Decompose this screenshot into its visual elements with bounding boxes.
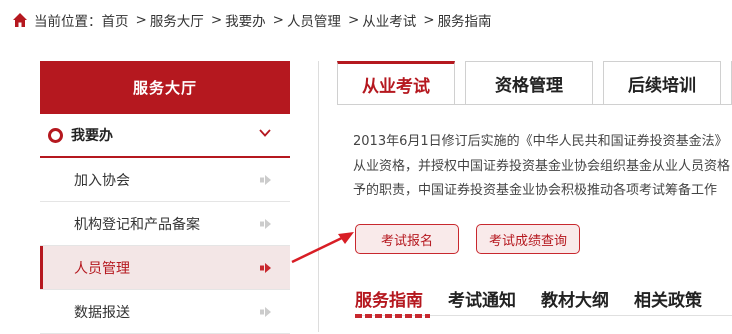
sidebar-group-toggle[interactable]: 我要办 [40, 114, 290, 158]
home-icon[interactable] [12, 12, 28, 28]
breadcrumb-i-want-to-do[interactable]: 我要办 [225, 10, 266, 30]
breadcrumb-separator: > [210, 12, 223, 28]
sidebar-item-label: 人员管理 [74, 260, 130, 277]
subnav-policy[interactable]: 相关政策 [634, 286, 702, 311]
pointer-arrow-icon [291, 232, 354, 264]
breadcrumb-separator: > [272, 12, 284, 28]
chevron-down-icon [259, 129, 271, 137]
sidebar-item-label: 机构登记和产品备案 [74, 216, 200, 233]
breadcrumb-guide: 服务指南 [437, 14, 492, 30]
double-arrow-right-icon [260, 263, 271, 273]
intro-line: 予的职责，中国证券投资基金业协会积极推动各项考试筹备工作 [353, 183, 718, 198]
breadcrumb: 当前位置： 首页 > 服务大厅 > 我要办 > 人员管理 > 从业考试 > 服务… [12, 9, 492, 31]
breadcrumb-separator: > [347, 12, 360, 28]
sidebar: 服务大厅 我要办 加入协会 机构登记和产品备案 人员管理 数据报送 [40, 61, 290, 334]
breadcrumb-separator: > [423, 12, 435, 28]
tab-training[interactable]: 后续培训 [603, 61, 721, 105]
subnav-guide[interactable]: 服务指南 [355, 286, 423, 311]
intro-line: 从业资格，并授权中国证券投资基金业协会组织基金从业人员资格 [353, 158, 731, 174]
sidebar-group-label: 我要办 [71, 128, 113, 144]
subnav-notice[interactable]: 考试通知 [448, 286, 516, 311]
breadcrumb-exam[interactable]: 从业考试 [362, 10, 416, 30]
breadcrumb-service-hall[interactable]: 服务大厅 [150, 10, 204, 30]
sidebar-item-label: 数据报送 [74, 304, 130, 321]
tab-bar: 从业考试 资格管理 后续培训 [337, 61, 732, 105]
intro-line: 2013年6月1日修订后实施的《中华人民共和国证券投资基金法》 [353, 134, 728, 149]
score-query-button[interactable]: 考试成绩查询 [476, 224, 580, 254]
breadcrumb-home[interactable]: 首页 [102, 10, 129, 30]
double-arrow-right-icon [260, 219, 271, 229]
tab-qualification[interactable]: 资格管理 [465, 61, 593, 105]
sidebar-item-join-association[interactable]: 加入协会 [40, 158, 290, 202]
subnav-active-indicator [355, 314, 430, 318]
tab-exam[interactable]: 从业考试 [337, 61, 455, 105]
subnav-textbook[interactable]: 教材大纲 [541, 286, 609, 311]
column-divider [318, 61, 319, 332]
sidebar-item-registration[interactable]: 机构登记和产品备案 [40, 202, 290, 246]
breadcrumb-personnel[interactable]: 人员管理 [287, 10, 341, 30]
tab-underline [337, 104, 732, 105]
breadcrumb-separator: > [135, 12, 147, 28]
double-arrow-right-icon [260, 175, 271, 185]
sidebar-item-data-report[interactable]: 数据报送 [40, 290, 290, 334]
intro-text: 2013年6月1日修订后实施的《中华人民共和国证券投资基金法》 从业资格，并授权… [353, 130, 732, 204]
double-arrow-right-icon [260, 307, 271, 317]
sub-nav: 服务指南 考试通知 教材大纲 相关政策 [355, 286, 727, 311]
sidebar-item-personnel[interactable]: 人员管理 [40, 246, 290, 290]
breadcrumb-prefix: 当前位置： [34, 14, 102, 30]
bullet-ring-icon [48, 127, 63, 143]
sidebar-item-label: 加入协会 [74, 172, 130, 189]
exam-signup-button[interactable]: 考试报名 [355, 224, 459, 254]
sidebar-header: 服务大厅 [40, 61, 290, 114]
